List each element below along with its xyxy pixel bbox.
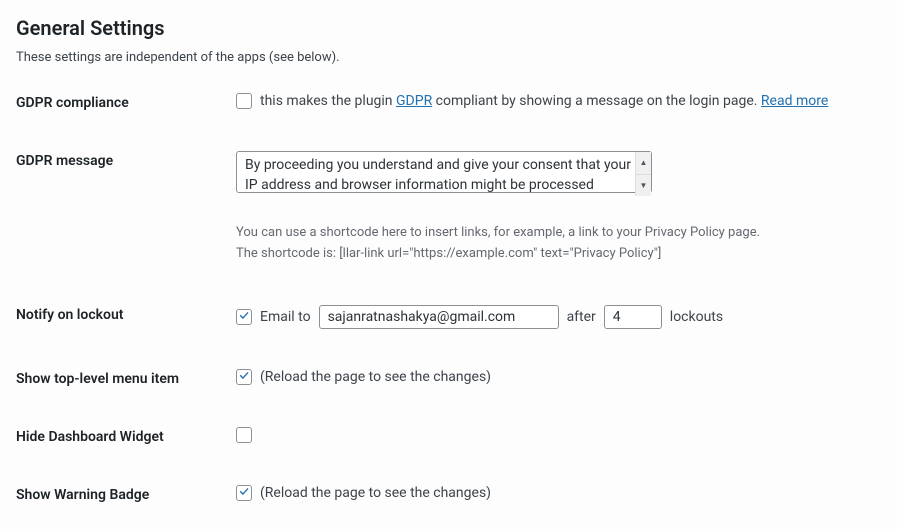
link-gdpr[interactable]: GDPR bbox=[396, 93, 432, 109]
spinner-down-icon[interactable]: ▼ bbox=[636, 175, 651, 197]
textarea-gdpr-message[interactable] bbox=[236, 151, 652, 193]
row-notify-lockout: Notify on lockout Email to after lockout… bbox=[16, 305, 881, 329]
gdpr-compliance-text: this makes the plugin GDPR compliant by … bbox=[260, 93, 828, 109]
input-notify-email[interactable] bbox=[319, 305, 559, 329]
spinner-up-icon[interactable]: ▲ bbox=[636, 152, 651, 175]
checkbox-hide-dashboard[interactable] bbox=[236, 427, 252, 443]
row-gdpr-compliance: GDPR compliance this makes the plugin GD… bbox=[16, 93, 881, 111]
label-notify-lockout: Notify on lockout bbox=[16, 305, 236, 323]
label-gdpr-message: GDPR message bbox=[16, 151, 236, 169]
label-show-warning-badge: Show Warning Badge bbox=[16, 485, 236, 503]
section-title: General Settings bbox=[16, 16, 881, 40]
note-show-top-menu: (Reload the page to see the changes) bbox=[260, 369, 491, 385]
text-after: after bbox=[567, 309, 596, 325]
checkbox-show-warning-badge[interactable] bbox=[236, 485, 252, 501]
label-gdpr-compliance: GDPR compliance bbox=[16, 93, 236, 111]
label-show-top-menu: Show top-level menu item bbox=[16, 369, 236, 387]
checkbox-notify-lockout[interactable] bbox=[236, 309, 252, 325]
gdpr-text-prefix: this makes the plugin bbox=[260, 93, 396, 109]
gdpr-message-helper: You can use a shortcode here to insert l… bbox=[236, 223, 881, 265]
link-read-more[interactable]: Read more bbox=[761, 93, 828, 109]
row-hide-dashboard: Hide Dashboard Widget bbox=[16, 427, 881, 445]
note-show-warning-badge: (Reload the page to see the changes) bbox=[260, 485, 491, 501]
checkbox-show-top-menu[interactable] bbox=[236, 369, 252, 385]
row-show-warning-badge: Show Warning Badge (Reload the page to s… bbox=[16, 485, 881, 503]
checkbox-gdpr-compliance[interactable] bbox=[236, 93, 252, 109]
gdpr-helper-line2: The shortcode is: [llar-link url="https:… bbox=[236, 244, 881, 265]
textarea-spinner: ▲ ▼ bbox=[635, 152, 651, 196]
label-hide-dashboard: Hide Dashboard Widget bbox=[16, 427, 236, 445]
section-description: These settings are independent of the ap… bbox=[16, 50, 881, 65]
gdpr-text-middle: compliant by showing a message on the lo… bbox=[432, 93, 761, 109]
text-lockouts: lockouts bbox=[670, 309, 723, 325]
row-show-top-menu: Show top-level menu item (Reload the pag… bbox=[16, 369, 881, 387]
gdpr-helper-line1: You can use a shortcode here to insert l… bbox=[236, 223, 881, 244]
row-gdpr-message: GDPR message ▲ ▼ You can use a shortcode… bbox=[16, 151, 881, 265]
text-email-to: Email to bbox=[260, 309, 311, 325]
input-lockout-count[interactable] bbox=[604, 305, 662, 329]
